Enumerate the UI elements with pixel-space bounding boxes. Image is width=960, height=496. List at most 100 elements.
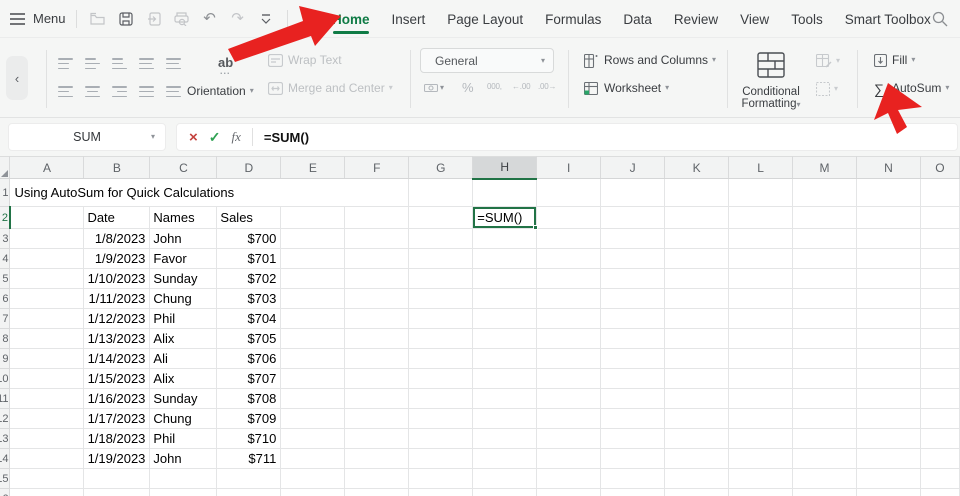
cell-H13[interactable] — [472, 428, 538, 449]
cell-A13[interactable] — [9, 428, 85, 449]
cell-J8[interactable] — [600, 328, 666, 349]
column-header-F[interactable]: F — [344, 156, 410, 179]
increase-indent-icon[interactable] — [166, 58, 181, 69]
cell-N5[interactable] — [856, 268, 921, 289]
decrease-indent-icon[interactable] — [139, 58, 154, 69]
cell-E7[interactable] — [280, 308, 346, 329]
cell-G5[interactable] — [408, 268, 474, 289]
cell-N6[interactable] — [856, 288, 921, 309]
cell-F10[interactable] — [344, 368, 410, 389]
cell-N1[interactable] — [856, 178, 921, 207]
cell-L4[interactable] — [728, 248, 794, 269]
cell-F7[interactable] — [344, 308, 410, 329]
cell-L8[interactable] — [728, 328, 794, 349]
row-header-5[interactable]: 5 — [0, 268, 11, 289]
tab-data[interactable]: Data — [623, 0, 652, 38]
cell-O11[interactable] — [920, 388, 960, 409]
cell-M7[interactable] — [792, 308, 857, 329]
cell-L2[interactable] — [728, 206, 794, 229]
tab-home[interactable]: Home — [332, 0, 370, 38]
date-cell-B3[interactable]: 1/8/2023 — [83, 228, 151, 249]
row-header-6[interactable]: 6 — [0, 288, 11, 309]
cell-F4[interactable] — [344, 248, 410, 269]
cell-O4[interactable] — [920, 248, 960, 269]
name-cell-C6[interactable]: Chung — [149, 288, 218, 309]
name-cell-C4[interactable]: Favor — [149, 248, 218, 269]
cell-M5[interactable] — [792, 268, 857, 289]
open-folder-icon[interactable] — [87, 8, 109, 30]
cell-N7[interactable] — [856, 308, 921, 329]
cell-J12[interactable] — [600, 408, 666, 429]
cell-I11[interactable] — [536, 388, 602, 409]
cell-K4[interactable] — [664, 248, 730, 269]
cell-F14[interactable] — [344, 448, 410, 469]
cell-O2[interactable] — [920, 206, 960, 229]
cell-O14[interactable] — [920, 448, 960, 469]
cell-G13[interactable] — [408, 428, 474, 449]
menu-button[interactable]: Menu — [0, 11, 66, 26]
cell-O15[interactable] — [920, 468, 960, 489]
cell-F5[interactable] — [344, 268, 410, 289]
cell-I7[interactable] — [536, 308, 602, 329]
cell-K10[interactable] — [664, 368, 730, 389]
cell-E12[interactable] — [280, 408, 346, 429]
cell-K16[interactable] — [664, 488, 730, 496]
column-header-K[interactable]: K — [664, 156, 730, 179]
cell-M11[interactable] — [792, 388, 857, 409]
cell-L15[interactable] — [728, 468, 794, 489]
cell-K3[interactable] — [664, 228, 730, 249]
cell-J10[interactable] — [600, 368, 666, 389]
cell-M3[interactable] — [792, 228, 857, 249]
undo-icon[interactable]: ↶ — [199, 8, 221, 30]
column-header-D[interactable]: D — [216, 156, 282, 179]
cell-F16[interactable] — [344, 488, 410, 496]
cell-E4[interactable] — [280, 248, 346, 269]
cell-O3[interactable] — [920, 228, 960, 249]
cell-B16[interactable] — [83, 488, 151, 496]
cell-L6[interactable] — [728, 288, 794, 309]
row-header-11[interactable]: 11 — [0, 388, 11, 409]
column-header-B[interactable]: B — [83, 156, 151, 179]
row-header-13[interactable]: 13 — [0, 428, 11, 449]
row-header-15[interactable]: 15 — [0, 468, 11, 489]
cell-H1[interactable] — [472, 178, 538, 207]
name-cell-C13[interactable]: Phil — [149, 428, 218, 449]
cell-F2[interactable] — [344, 206, 410, 229]
cell-H11[interactable] — [472, 388, 538, 409]
cell-M6[interactable] — [792, 288, 857, 309]
cell-F9[interactable] — [344, 348, 410, 369]
fill-button[interactable]: Fill ▾ — [892, 53, 915, 67]
cell-F11[interactable] — [344, 388, 410, 409]
cell-M9[interactable] — [792, 348, 857, 369]
date-cell-B4[interactable]: 1/9/2023 — [83, 248, 151, 269]
column-header-C[interactable]: C — [149, 156, 218, 179]
header-cell-C2[interactable]: Names — [149, 206, 218, 229]
name-cell-C9[interactable]: Ali — [149, 348, 218, 369]
cell-K5[interactable] — [664, 268, 730, 289]
cell-H3[interactable] — [472, 228, 538, 249]
date-cell-B13[interactable]: 1/18/2023 — [83, 428, 151, 449]
sales-cell-D6[interactable]: $703 — [216, 288, 282, 309]
worksheet-button[interactable]: Worksheet ▾ — [604, 81, 669, 95]
name-cell-C5[interactable]: Sunday — [149, 268, 218, 289]
cell-O13[interactable] — [920, 428, 960, 449]
cell-H16[interactable] — [472, 488, 538, 496]
cell-J7[interactable] — [600, 308, 666, 329]
cell-N15[interactable] — [856, 468, 921, 489]
cell-G4[interactable] — [408, 248, 474, 269]
align-top-icon[interactable] — [58, 58, 73, 69]
cell-I4[interactable] — [536, 248, 602, 269]
cell-I1[interactable] — [536, 178, 602, 207]
tab-review[interactable]: Review — [674, 0, 718, 38]
cell-I14[interactable] — [536, 448, 602, 469]
cell-O9[interactable] — [920, 348, 960, 369]
distributed-icon[interactable] — [166, 86, 181, 97]
cell-L16[interactable] — [728, 488, 794, 496]
align-middle-icon[interactable] — [85, 58, 100, 69]
cell-A7[interactable] — [9, 308, 85, 329]
cell-A6[interactable] — [9, 288, 85, 309]
cell-O6[interactable] — [920, 288, 960, 309]
cell-E13[interactable] — [280, 428, 346, 449]
cell-J1[interactable] — [600, 178, 666, 207]
cell-J13[interactable] — [600, 428, 666, 449]
